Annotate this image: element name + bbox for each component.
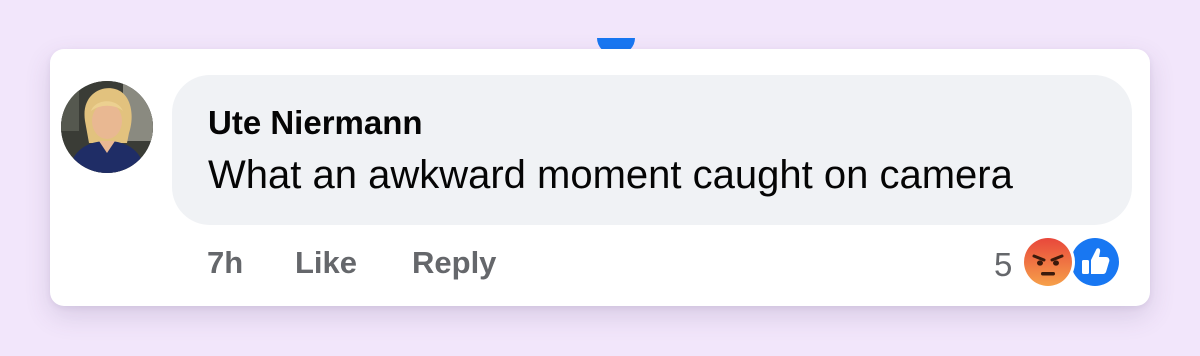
reaction-summary[interactable]: 5	[994, 235, 1124, 289]
comment-actions: 7h Like Reply	[207, 243, 496, 283]
comment-timestamp[interactable]: 7h	[207, 245, 295, 281]
angry-reaction-icon	[1021, 235, 1075, 289]
reply-button[interactable]: Reply	[412, 245, 496, 281]
reaction-count: 5	[994, 246, 1013, 283]
avatar-photo	[61, 81, 153, 173]
comment-card: Ute Niermann What an awkward moment caug…	[50, 49, 1150, 306]
like-button[interactable]: Like	[295, 245, 412, 281]
like-reaction-icon	[1068, 235, 1122, 289]
comment-text: What an awkward moment caught on camera	[208, 153, 1013, 197]
avatar[interactable]	[61, 81, 153, 173]
comment-bubble: Ute Niermann What an awkward moment caug…	[172, 75, 1132, 225]
comment-author[interactable]: Ute Niermann	[208, 104, 423, 142]
